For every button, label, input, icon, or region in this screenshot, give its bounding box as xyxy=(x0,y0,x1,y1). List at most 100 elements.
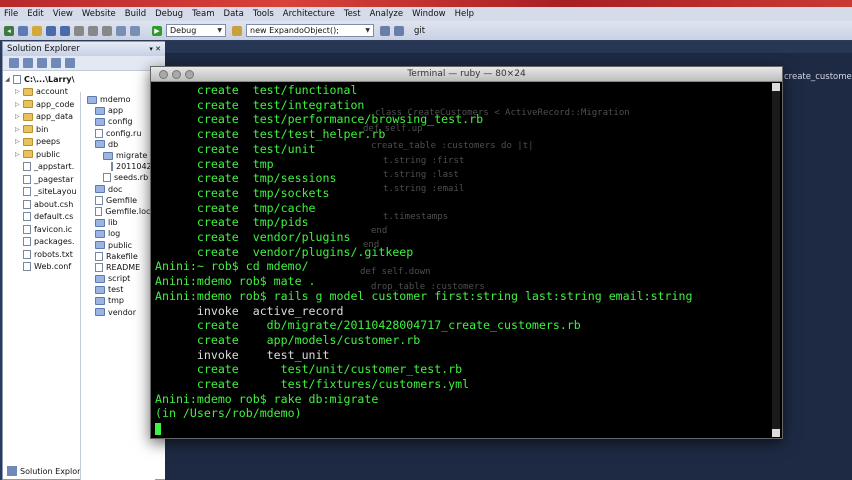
show-all-files-icon[interactable] xyxy=(23,58,33,68)
tree-item-label: packages. xyxy=(34,237,75,247)
menu-item-file[interactable]: File xyxy=(4,9,18,19)
editor-tab-create-customer[interactable]: create_customer xyxy=(784,72,852,82)
solution-explorer-tab[interactable]: Solution Explor xyxy=(7,466,80,476)
scroll-down-icon[interactable] xyxy=(772,429,780,437)
refresh-icon[interactable] xyxy=(37,58,47,68)
nest-files-icon[interactable] xyxy=(51,58,61,68)
tree-root[interactable]: ◢ C:\...\Larry\ xyxy=(3,73,165,86)
top-banner xyxy=(0,0,852,7)
mdemo-item-script[interactable]: script xyxy=(81,273,155,284)
mdemo-item-2011042800[interactable]: 2011042800 xyxy=(81,161,167,172)
mdemo-item-log[interactable]: log xyxy=(81,228,155,239)
menu-item-test[interactable]: Test xyxy=(344,9,361,19)
terminal-line: create test/fixtures/customers.yml xyxy=(155,377,470,392)
new-project-icon[interactable] xyxy=(18,25,28,36)
editor-tab-strip xyxy=(165,41,852,53)
expand-icon[interactable]: ▷ xyxy=(15,101,23,108)
view-designer-icon[interactable] xyxy=(65,58,75,68)
mdemo-item-mdemo[interactable]: mdemo xyxy=(81,94,155,105)
mdemo-item-configru[interactable]: config.ru xyxy=(81,128,155,139)
folder-icon xyxy=(23,137,33,146)
properties-icon[interactable] xyxy=(9,58,19,68)
tree-item-label: public xyxy=(36,149,61,159)
mdemo-item-doc[interactable]: doc xyxy=(81,184,155,195)
expand-icon[interactable]: ▷ xyxy=(15,126,23,133)
menu-item-data[interactable]: Data xyxy=(224,9,244,19)
terminal-title-bar[interactable]: Terminal — ruby — 80×24 xyxy=(151,67,782,82)
mdemo-item-label: Rakefile xyxy=(106,251,138,261)
menu-item-view[interactable]: View xyxy=(53,9,73,19)
file-icon xyxy=(111,162,113,172)
start-debug-icon[interactable]: ▶ xyxy=(152,25,162,36)
mdemo-item-label: config xyxy=(108,117,133,127)
menu-item-debug[interactable]: Debug xyxy=(155,9,183,19)
solution-explorer-title-bar: Solution Explorer ▾ ✕ xyxy=(3,42,165,56)
git-label[interactable]: git xyxy=(414,26,425,36)
mdemo-item-rakefile[interactable]: Rakefile xyxy=(81,251,155,262)
config-select[interactable]: Debug ▼ xyxy=(166,24,226,37)
cut-icon[interactable] xyxy=(74,25,84,36)
terminal-line: create test/test_helper.rb xyxy=(155,127,386,142)
expand-icon[interactable]: ▷ xyxy=(15,151,23,158)
menu-item-build[interactable]: Build xyxy=(125,9,146,19)
menu-item-team[interactable]: Team xyxy=(192,9,214,19)
mdemo-item-label: public xyxy=(108,240,133,250)
mdemo-item-db[interactable]: db xyxy=(81,139,155,150)
back-icon[interactable]: ◂ xyxy=(4,25,14,36)
file-icon xyxy=(95,195,103,205)
terminal-line: create db/migrate/20110428004717_create_… xyxy=(155,318,581,333)
terminal-line: create tmp/cache xyxy=(155,200,316,215)
terminal-scrollbar[interactable] xyxy=(772,83,780,437)
mdemo-project-drawer: mdemo app config config.ru db migrate 20110428… xyxy=(80,92,167,480)
open-folder-icon[interactable] xyxy=(32,25,42,36)
menu-bar: File Edit View Website Build Debug Team Data Too… xyxy=(0,7,852,21)
menu-item-tools[interactable]: Tools xyxy=(253,9,274,19)
mdemo-item-tmp[interactable]: tmp xyxy=(81,295,155,306)
mdemo-item-gemfile[interactable]: Gemfile xyxy=(81,195,155,206)
file-icon xyxy=(23,199,31,209)
mdemo-item-label: mdemo xyxy=(100,95,131,105)
menu-item-window[interactable]: Window xyxy=(412,9,446,19)
terminal-output[interactable]: create test/functional create test/integ… xyxy=(155,83,771,437)
save-all-icon[interactable] xyxy=(60,25,70,36)
mdemo-item-test[interactable]: test xyxy=(81,284,155,295)
expand-icon[interactable]: ▷ xyxy=(15,113,23,120)
scroll-up-icon[interactable] xyxy=(772,83,780,91)
mdemo-item-gemfilelock[interactable]: Gemfile.lock xyxy=(81,206,155,217)
menu-item-website[interactable]: Website xyxy=(82,9,116,19)
undo-icon[interactable] xyxy=(116,25,126,36)
pin-close-icon[interactable]: ▾ ✕ xyxy=(149,45,161,53)
menu-item-architecture[interactable]: Architecture xyxy=(283,9,335,19)
mdemo-item-config[interactable]: config xyxy=(81,116,155,127)
config-value: Debug xyxy=(170,26,197,35)
collapse-icon[interactable]: ◢ xyxy=(5,76,13,83)
root-label: C:\...\Larry\ xyxy=(24,74,75,84)
find-combo[interactable]: new ExpandoObject(); ▼ xyxy=(246,24,374,37)
find-icon[interactable] xyxy=(232,25,242,36)
options-icon[interactable] xyxy=(394,25,404,36)
expand-icon[interactable]: ▷ xyxy=(15,138,23,145)
file-icon xyxy=(23,174,31,184)
mdemo-item-public[interactable]: public xyxy=(81,239,155,250)
mdemo-item-migrate[interactable]: migrate xyxy=(81,150,155,161)
menu-item-help[interactable]: Help xyxy=(455,9,474,19)
paste-icon[interactable] xyxy=(102,25,112,36)
terminal-line: invoke active_record xyxy=(155,303,344,318)
copy-icon[interactable] xyxy=(88,25,98,36)
mdemo-item-lib[interactable]: lib xyxy=(81,217,155,228)
terminal-prompt[interactable] xyxy=(155,421,771,436)
terminal-line: create test/functional xyxy=(155,83,358,97)
find-in-files-icon[interactable] xyxy=(380,25,390,36)
mdemo-item-vendor[interactable]: vendor xyxy=(81,307,155,318)
menu-item-edit[interactable]: Edit xyxy=(27,9,43,19)
redo-icon[interactable] xyxy=(130,25,140,36)
mdemo-item-label: migrate xyxy=(116,151,148,161)
mdemo-item-readme[interactable]: README xyxy=(81,262,155,273)
menu-item-analyze[interactable]: Analyze xyxy=(370,9,404,19)
mdemo-item-seedsrb[interactable]: seeds.rb xyxy=(81,172,155,183)
mdemo-item-app[interactable]: app xyxy=(81,105,155,116)
save-icon[interactable] xyxy=(46,25,56,36)
editor-code-line: def self.up xyxy=(363,124,423,134)
tree-item-label: account xyxy=(36,87,68,97)
expand-icon[interactable]: ▷ xyxy=(15,88,23,95)
